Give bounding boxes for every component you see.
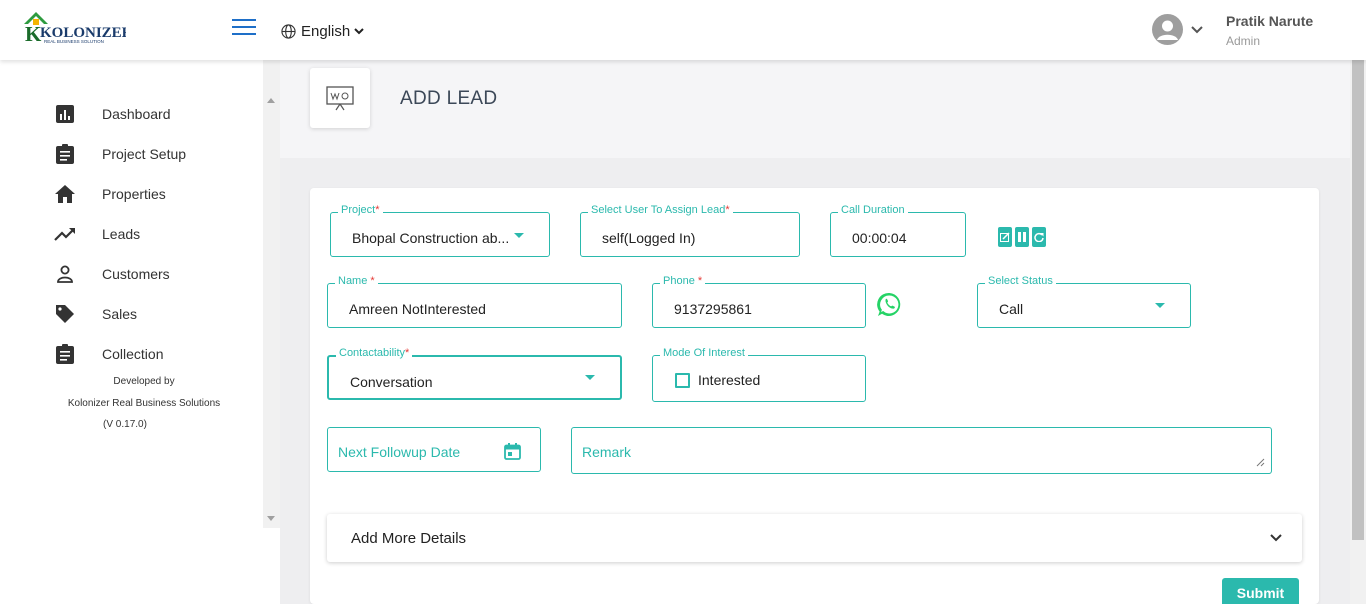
language-label: English bbox=[301, 23, 351, 40]
project-select[interactable]: Project* Bhopal Construction ab... bbox=[330, 204, 550, 257]
sidebar-item-collection[interactable]: Collection bbox=[54, 343, 163, 365]
scroll-down-icon[interactable] bbox=[267, 516, 275, 521]
caret-down-icon bbox=[514, 233, 524, 238]
language-select[interactable]: English bbox=[281, 23, 364, 40]
call-duration-label: Call Duration bbox=[838, 204, 908, 216]
mode-of-interest-group: Mode Of Interest Interested bbox=[652, 347, 866, 402]
page-icon-card bbox=[310, 68, 370, 128]
reset-timer-button[interactable] bbox=[1032, 227, 1046, 247]
tag-icon bbox=[54, 303, 76, 325]
remark-placeholder: Remark bbox=[582, 444, 632, 460]
sidebar-item-label: Properties bbox=[102, 186, 166, 202]
main-scrollbar[interactable] bbox=[1350, 0, 1366, 604]
chevron-down-icon bbox=[1191, 25, 1203, 33]
home-icon bbox=[54, 183, 76, 205]
whatsapp-icon[interactable] bbox=[876, 291, 903, 319]
sidebar-item-dashboard[interactable]: Dashboard bbox=[54, 103, 171, 125]
sidebar-item-sales[interactable]: Sales bbox=[54, 303, 137, 325]
clipboard-icon bbox=[54, 143, 76, 165]
person-icon bbox=[54, 263, 76, 285]
sidebar-item-label: Collection bbox=[102, 346, 164, 362]
globe-icon bbox=[281, 24, 296, 39]
remark-textarea[interactable]: Remark bbox=[571, 427, 1272, 474]
contactability-value: Conversation bbox=[350, 374, 433, 390]
phone-value: 9137295861 bbox=[674, 301, 752, 317]
interested-option-label: Interested bbox=[698, 372, 761, 388]
sidebar-item-label: Sales bbox=[102, 306, 138, 322]
developed-by-label: Developed by bbox=[113, 376, 175, 387]
sidebar-item-project-setup[interactable]: Project Setup bbox=[54, 143, 186, 165]
name-field[interactable]: Name * Amreen NotInterested bbox=[327, 275, 622, 328]
caret-down-icon bbox=[585, 375, 595, 380]
add-more-details-label: Add More Details bbox=[351, 530, 467, 547]
next-followup-placeholder: Next Followup Date bbox=[338, 444, 461, 460]
name-value: Amreen NotInterested bbox=[349, 301, 486, 317]
sidebar-item-customers[interactable]: Customers bbox=[54, 263, 170, 285]
chevron-down-icon bbox=[1270, 534, 1282, 542]
sidebar-item-leads[interactable]: Leads bbox=[54, 223, 140, 245]
menu-toggle-icon[interactable] bbox=[232, 19, 256, 35]
pause-timer-button[interactable] bbox=[1015, 227, 1029, 247]
calendar-icon[interactable] bbox=[504, 443, 521, 460]
user-menu[interactable] bbox=[1152, 14, 1203, 45]
contactability-label: Contactability bbox=[339, 347, 406, 359]
pause-icon bbox=[1018, 232, 1026, 242]
sidebar-item-label: Project Setup bbox=[102, 146, 187, 162]
project-value: Bhopal Construction ab... bbox=[352, 230, 510, 246]
presentation-icon bbox=[326, 86, 354, 111]
assign-user-select[interactable]: Select User To Assign Lead* self(Logged … bbox=[580, 204, 800, 257]
top-bar: K KOLONIZER REAL BUSINESS SOLUTION Engli… bbox=[0, 0, 1366, 60]
page-title: ADD LEAD bbox=[400, 88, 498, 109]
sidebar-item-label: Leads bbox=[102, 226, 141, 242]
trending-up-icon bbox=[54, 223, 76, 245]
scroll-up-icon[interactable] bbox=[267, 98, 275, 103]
sidebar-item-label: Dashboard bbox=[102, 106, 171, 122]
resize-handle-icon[interactable] bbox=[1256, 458, 1265, 467]
status-label: Select Status bbox=[985, 275, 1056, 287]
call-duration-value: 00:00:04 bbox=[852, 230, 907, 246]
add-more-details-accordion[interactable]: Add More Details bbox=[327, 514, 1302, 562]
phone-field[interactable]: Phone * 9137295861 bbox=[652, 275, 866, 328]
status-value: Call bbox=[999, 301, 1024, 317]
submit-button[interactable]: Submit bbox=[1222, 578, 1299, 604]
status-select[interactable]: Select Status Call bbox=[977, 275, 1191, 328]
chevron-down-icon bbox=[354, 28, 364, 35]
edit-icon bbox=[1000, 232, 1010, 242]
sidebar-item-label: Customers bbox=[102, 266, 170, 282]
user-name: Pratik Narute bbox=[1226, 13, 1314, 29]
assign-user-label: Select User To Assign Lead bbox=[591, 204, 726, 216]
version-label: (V 0.17.0) bbox=[103, 419, 147, 430]
svg-text:REAL BUSINESS SOLUTION: REAL BUSINESS SOLUTION bbox=[44, 39, 104, 44]
assign-user-value: self(Logged In) bbox=[602, 230, 696, 246]
edit-timer-button[interactable] bbox=[998, 227, 1012, 247]
clipboard-icon bbox=[54, 343, 76, 365]
refresh-icon bbox=[1034, 232, 1044, 242]
phone-label: Phone bbox=[663, 275, 695, 287]
call-duration-field: Call Duration 00:00:04 bbox=[830, 204, 966, 257]
kolonizer-logo[interactable]: K KOLONIZER REAL BUSINESS SOLUTION bbox=[22, 10, 133, 46]
contactability-select[interactable]: Contactability* Conversation bbox=[327, 347, 622, 400]
company-name: Kolonizer Real Business Solutions bbox=[67, 398, 221, 409]
name-label: Name bbox=[338, 275, 368, 287]
sidebar-scrollbar[interactable] bbox=[263, 60, 280, 528]
sidebar-item-properties[interactable]: Properties bbox=[54, 183, 166, 205]
sidebar: Dashboard Project Setup Properties Leads… bbox=[0, 60, 280, 604]
bar-chart-icon bbox=[54, 103, 76, 125]
mode-of-interest-label: Mode Of Interest bbox=[660, 347, 748, 359]
avatar bbox=[1152, 14, 1183, 45]
caret-down-icon bbox=[1155, 303, 1165, 308]
project-label: Project bbox=[341, 204, 376, 216]
interested-checkbox[interactable] bbox=[675, 373, 690, 388]
user-role: Admin bbox=[1226, 34, 1261, 48]
next-followup-date-input[interactable]: Next Followup Date bbox=[327, 427, 541, 472]
scrollbar-thumb[interactable] bbox=[1352, 36, 1364, 540]
